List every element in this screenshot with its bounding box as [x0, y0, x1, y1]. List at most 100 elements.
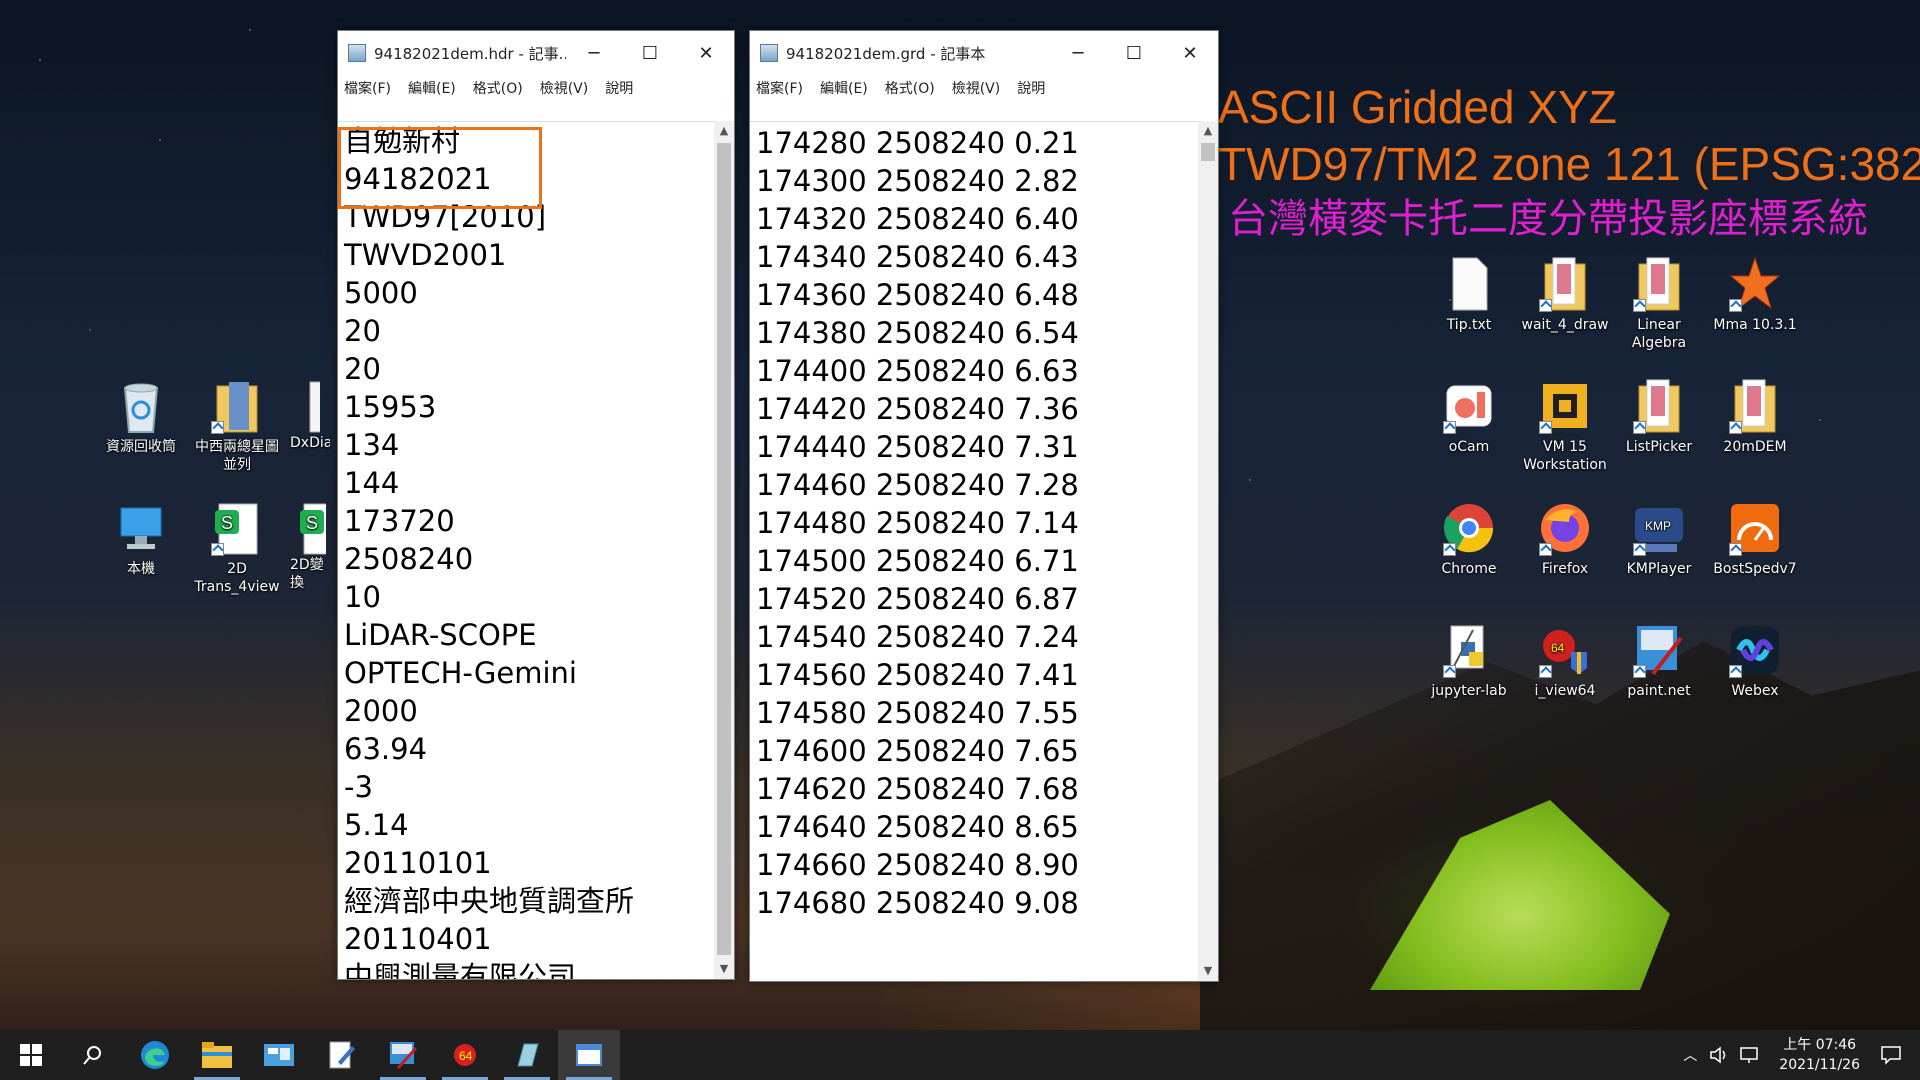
desktop-icon-label: i_view64 [1534, 683, 1596, 699]
minimize-button[interactable]: ─ [1050, 43, 1106, 64]
taskbar-notepad-app[interactable] [496, 1030, 558, 1080]
start-button[interactable] [0, 1030, 62, 1080]
menu-bar: 檔案(F) 編輯(E) 格式(O) 檢視(V) 說明 [338, 75, 734, 101]
text-line: 174420 2508240 7.36 [756, 392, 1079, 426]
network-icon[interactable] [1739, 1046, 1759, 1064]
maximize-button[interactable]: ☐ [1106, 43, 1162, 64]
overlay-crs-chinese: 台灣橫麥卡托二度分帶投影座標系統 [1228, 196, 1868, 242]
desktop-icon-label: KMPlayer [1626, 561, 1692, 577]
menu-view[interactable]: 檢視(V) [952, 78, 1001, 98]
text-line: 174280 2508240 0.21 [756, 126, 1079, 160]
notification-icon[interactable] [1880, 1045, 1902, 1065]
notepad-window-grd[interactable]: 94182021dem.grd - 記事本 ─ ☐ ✕ 檔案(F) 編輯(E) … [749, 30, 1219, 982]
shortcut-arrow-icon [1539, 299, 1552, 312]
desktop-icon-kmplayer[interactable]: KMP KMPlayer [1614, 500, 1704, 578]
desktop-icon-dxdiag[interactable]: DxDia [290, 378, 330, 452]
menu-format[interactable]: 格式(O) [473, 78, 523, 98]
desktop-icon-webex[interactable]: Webex [1710, 622, 1800, 700]
desktop-icon-vm-15-workstation[interactable]: VM 15 Workstation [1520, 378, 1610, 474]
ocam-icon [1443, 378, 1495, 434]
text-editor-area[interactable]: 174280 2508240 0.21 174300 2508240 2.82 17… [750, 121, 1198, 981]
menu-file[interactable]: 檔案(F) [344, 78, 391, 98]
desktop-icon-ocam[interactable]: oCam [1424, 378, 1514, 456]
desktop-icon-label: Webex [1731, 683, 1779, 699]
scroll-thumb[interactable] [1201, 143, 1215, 161]
shortcut-arrow-icon [211, 543, 224, 556]
menu-file[interactable]: 檔案(F) [756, 78, 803, 98]
scroll-up-icon[interactable]: ▲ [714, 121, 734, 141]
text-line: 20110101 [344, 846, 492, 880]
desktop-icon-bostspedv7[interactable]: BostSpedv7 [1710, 500, 1800, 578]
speaker-icon[interactable] [1709, 1046, 1729, 1064]
shortcut-arrow-icon [1443, 665, 1456, 678]
title-bar[interactable]: 94182021dem.grd - 記事本 ─ ☐ ✕ [750, 31, 1218, 75]
text-line: 20 [344, 352, 381, 386]
menu-edit[interactable]: 編輯(E) [408, 78, 456, 98]
desktop-icon-20mdem[interactable]: 20mDEM [1710, 378, 1800, 456]
close-button[interactable]: ✕ [1162, 43, 1218, 64]
close-button[interactable]: ✕ [678, 43, 734, 64]
text-line: 中興測量有限公司 [344, 960, 577, 979]
scroll-up-icon[interactable]: ▲ [1198, 121, 1218, 141]
taskbar-irfanview[interactable]: 64 [434, 1030, 496, 1080]
clock[interactable]: 上午 07:46 2021/11/26 [1779, 1035, 1860, 1075]
desktop-icon-this-pc[interactable]: 本機 [96, 500, 186, 578]
menu-format[interactable]: 格式(O) [885, 78, 935, 98]
overlay-title: ASCII Gridded XYZ [1218, 81, 1617, 133]
desktop-icon-i-view64[interactable]: 64 i_view64 [1520, 622, 1610, 700]
menu-view[interactable]: 檢視(V) [540, 78, 589, 98]
window-title: 94182021dem.hdr - 記事... [374, 44, 566, 63]
text-line: 5.14 [344, 808, 409, 842]
taskbar-file-explorer[interactable] [186, 1030, 248, 1080]
desktop-icon-mma-10-3-1[interactable]: Mma 10.3.1 [1710, 256, 1800, 334]
taskbar-control-panel[interactable] [248, 1030, 310, 1080]
desktop-icon-label: 2D Trans_4view [194, 561, 280, 595]
desktop-icon-wait-4-draw[interactable]: wait_4_draw [1520, 256, 1610, 334]
recycle-bin-icon [115, 378, 167, 434]
menu-help[interactable]: 說明 [605, 78, 633, 98]
scroll-thumb[interactable] [717, 143, 731, 955]
maximize-button[interactable]: ☐ [622, 43, 678, 64]
desktop-icon-label: Firefox [1541, 561, 1589, 577]
text-line: 2508240 [344, 542, 474, 576]
window-icon [576, 1044, 602, 1066]
shortcut-arrow-icon [1633, 543, 1646, 556]
taskbar-edge[interactable] [124, 1030, 186, 1080]
search-icon [83, 1046, 101, 1065]
desktop-icon-listpicker[interactable]: ListPicker [1614, 378, 1704, 456]
text-line: 174440 2508240 7.31 [756, 430, 1079, 464]
text-line: 174300 2508240 2.82 [756, 164, 1079, 198]
minimize-button[interactable]: ─ [566, 43, 622, 64]
desktop-icon-recycle-bin[interactable]: 資源回收筒 [96, 378, 186, 456]
desktop-icon-firefox[interactable]: Firefox [1520, 500, 1610, 578]
irfanview-icon: 64 [454, 1044, 476, 1066]
desktop-icon-chrome[interactable]: Chrome [1424, 500, 1514, 578]
text-editor-area[interactable]: 自勉新村 94182021 TWD97[2010] TWVD2001 5000 20 20 1… [338, 121, 714, 979]
desktop-icon-tip-txt[interactable]: Tip.txt [1424, 256, 1514, 334]
notepad-window-hdr[interactable]: 94182021dem.hdr - 記事... ─ ☐ ✕ 檔案(F) 編輯(E… [337, 30, 735, 980]
taskbar-notepad-active[interactable] [558, 1030, 620, 1080]
menu-help[interactable]: 說明 [1017, 78, 1045, 98]
desktop-icon-star-chart-folder[interactable]: 中西兩總星圖並列 [192, 378, 282, 474]
desktop-icon-jupyter-lab[interactable]: jupyter-lab [1424, 622, 1514, 700]
scroll-down-icon[interactable]: ▼ [1198, 961, 1218, 981]
chevron-up-icon[interactable]: ︿ [1683, 1045, 1697, 1065]
desktop-icon-linear-algebra[interactable]: Linear Algebra [1614, 256, 1704, 352]
shortcut-arrow-icon [211, 421, 224, 434]
title-bar[interactable]: 94182021dem.hdr - 記事... ─ ☐ ✕ [338, 31, 734, 75]
folder-icon [1633, 378, 1685, 434]
menu-edit[interactable]: 編輯(E) [820, 78, 868, 98]
taskbar-paint-net[interactable] [372, 1030, 434, 1080]
desktop-icon-2d-transform[interactable]: S 2D變換 [290, 500, 330, 592]
search-button[interactable] [62, 1030, 124, 1080]
notepad-icon [760, 44, 778, 62]
text-line: LiDAR-SCOPE [344, 618, 537, 652]
desktop-icon-paint-net[interactable]: paint.net [1614, 622, 1704, 700]
vertical-scrollbar[interactable]: ▲ ▼ [1198, 121, 1218, 981]
scroll-down-icon[interactable]: ▼ [714, 959, 734, 979]
taskbar-notepad-pen[interactable] [310, 1030, 372, 1080]
chrome-icon [1443, 500, 1495, 556]
vertical-scrollbar[interactable]: ▲ ▼ [714, 121, 734, 979]
svg-text:S: S [306, 513, 318, 533]
desktop-icon-2d-trans-4view[interactable]: S 2D Trans_4view [192, 500, 282, 596]
